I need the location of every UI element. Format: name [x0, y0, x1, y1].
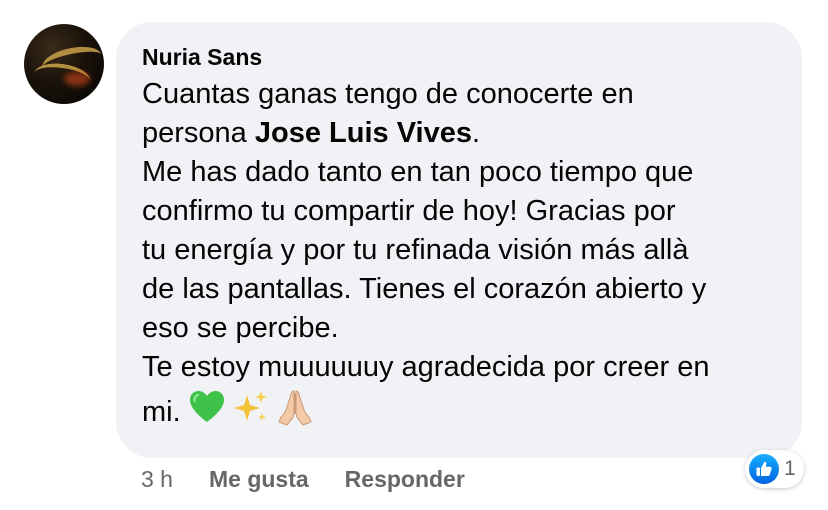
reply-button[interactable]: Responder — [345, 466, 465, 493]
comment-text-fragment: . — [471, 117, 481, 149]
comment-text: Cuantas ganas tengo de conocerte en pers… — [142, 75, 776, 435]
comment-text-fragment: persona — [142, 117, 255, 149]
comment-line: eso se percibe. — [142, 312, 339, 344]
folded-hands-icon — [277, 388, 313, 437]
reaction-summary[interactable]: 1 — [745, 450, 804, 488]
comment-line: Cuantas ganas tengo de conocerte en — [142, 78, 634, 110]
comment-line: confirmo tu compartir de hoy! Gracias po… — [142, 195, 676, 227]
comment-line: de las pantallas. Tienes el corazón abie… — [142, 273, 707, 305]
comment-actions: 3 h Me gusta Responder — [141, 462, 501, 496]
comment-timestamp[interactable]: 3 h — [141, 466, 173, 493]
avatar-highlight — [64, 72, 90, 86]
comment-line: Te estoy muuuuuuy agradecida por creer e… — [142, 351, 710, 383]
comment-line: Me has dado tanto en tan poco tiempo que — [142, 156, 694, 188]
sparkles-icon — [233, 389, 269, 436]
like-icon — [749, 454, 779, 484]
reaction-count: 1 — [784, 457, 796, 480]
green-heart-icon — [189, 390, 225, 435]
comment-line: persona Jose Luis Vives. — [142, 114, 776, 153]
comment-text-fragment: mi. — [142, 395, 181, 428]
comment-line: tu energía y por tu refinada visión más … — [142, 234, 689, 266]
comment-line: mi. — [142, 389, 776, 435]
mention-link[interactable]: Jose Luis Vives — [255, 117, 472, 149]
like-button[interactable]: Me gusta — [209, 466, 309, 493]
avatar[interactable] — [24, 24, 104, 104]
comment-bubble: Nuria Sans Cuantas ganas tengo de conoce… — [116, 22, 802, 458]
comment-author[interactable]: Nuria Sans — [142, 42, 776, 72]
